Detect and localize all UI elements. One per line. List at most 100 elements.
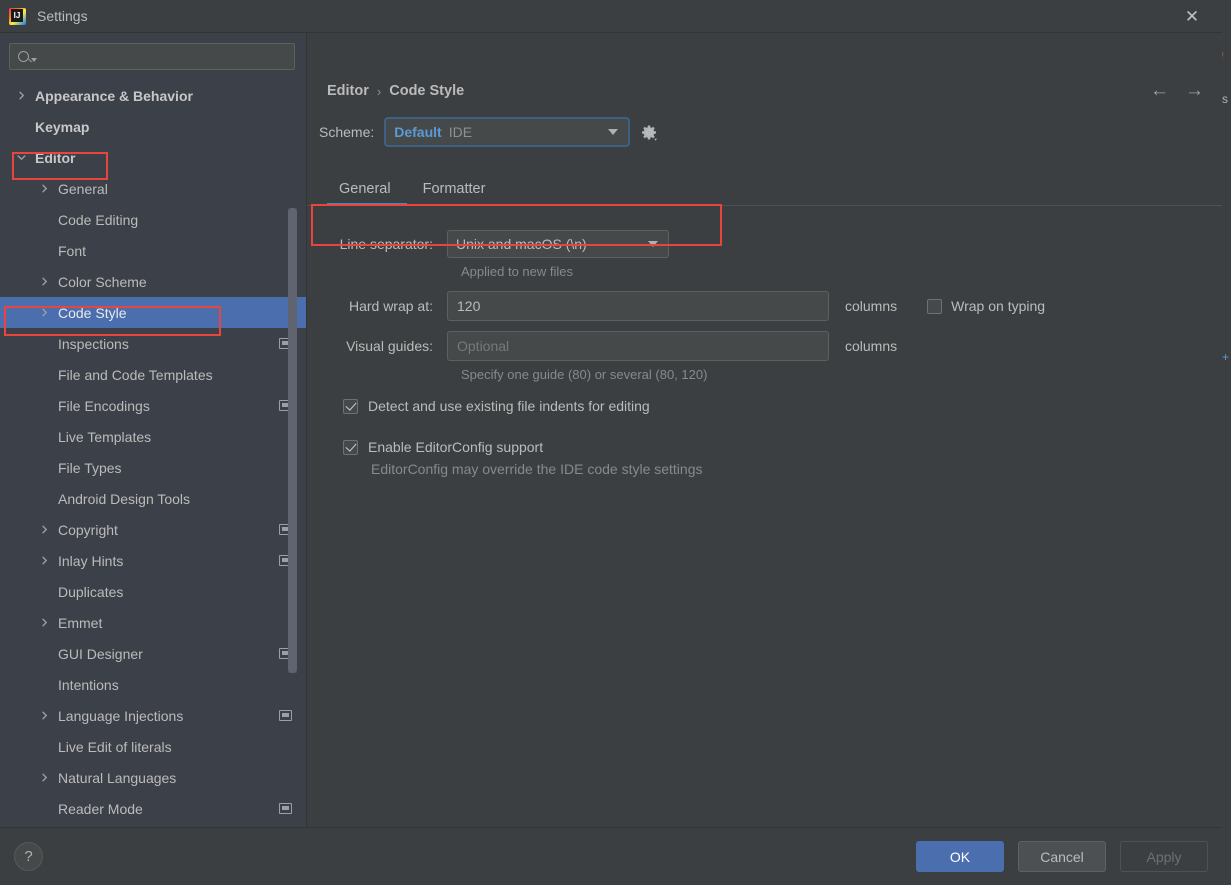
- sidebar-item-label: Appearance & Behavior: [35, 87, 193, 104]
- search-icon: [18, 51, 29, 62]
- search-box[interactable]: [9, 43, 295, 70]
- sidebar-item-file-encodings[interactable]: File Encodings: [0, 390, 306, 421]
- chevron-right-icon[interactable]: [37, 307, 51, 318]
- sidebar-item-reader-mode[interactable]: Reader Mode: [0, 793, 306, 824]
- visual-guides-label: Visual guides:: [346, 338, 433, 354]
- visual-guides-input[interactable]: [447, 331, 829, 361]
- visual-guides-hint: Specify one guide (80) or several (80, 1…: [461, 367, 708, 382]
- scheme-row: Scheme: Default IDE: [319, 117, 1222, 147]
- sidebar-item-file-types[interactable]: File Types: [0, 452, 306, 483]
- visual-guides-units: columns: [845, 338, 898, 354]
- sidebar-item-natural-languages[interactable]: Natural Languages: [0, 762, 306, 793]
- sidebar-item-label: Code Editing: [58, 211, 139, 228]
- sidebar-item-code-editing[interactable]: Code Editing: [0, 204, 306, 235]
- ok-button[interactable]: OK: [916, 841, 1004, 872]
- chevron-right-icon[interactable]: [37, 524, 51, 535]
- sidebar-item-intentions[interactable]: Intentions: [0, 669, 306, 700]
- line-separator-dropdown[interactable]: Unix and macOS (\n): [447, 230, 669, 258]
- hard-wrap-row: Hard wrap at: columns Wrap on typing: [325, 291, 1222, 321]
- chevron-right-icon[interactable]: [37, 183, 51, 194]
- sidebar-item-font[interactable]: Font: [0, 235, 306, 266]
- settings-main-panel: ← → Editor › Code Style Scheme: Default …: [307, 33, 1222, 827]
- sidebar-item-color-scheme[interactable]: Color Scheme: [0, 266, 306, 297]
- editorconfig-label: Enable EditorConfig support: [368, 439, 544, 455]
- hard-wrap-label: Hard wrap at:: [348, 298, 433, 314]
- editorconfig-checkbox[interactable]: [343, 439, 358, 455]
- sidebar-item-label: Code Style: [58, 304, 127, 321]
- action-buttons: OK Cancel Apply: [916, 841, 1208, 872]
- dialog-body: Appearance & Behavior Keymap Editor General…: [0, 33, 1222, 827]
- editorconfig-row[interactable]: Enable EditorConfig support: [343, 439, 1222, 455]
- dialog-button-bar: ? OK Cancel Apply: [0, 827, 1222, 885]
- tab-general[interactable]: General: [327, 173, 407, 206]
- sidebar-item-inlay-hints[interactable]: Inlay Hints: [0, 545, 306, 576]
- sidebar-item-label: Inspections: [58, 335, 129, 352]
- sidebar-item-android-design-tools[interactable]: Android Design Tools: [0, 483, 306, 514]
- project-scope-icon: [279, 710, 292, 721]
- sidebar-item-copyright[interactable]: Copyright: [0, 514, 306, 545]
- detect-indents-checkbox[interactable]: [343, 398, 358, 414]
- scheme-kind: IDE: [448, 124, 473, 140]
- line-separator-row: Line separator: Unix and macOS (\n): [325, 230, 1222, 258]
- settings-sidebar: Appearance & Behavior Keymap Editor General…: [0, 33, 307, 827]
- chevron-right-icon[interactable]: [37, 276, 51, 287]
- sidebar-item-label: Editor: [35, 149, 76, 166]
- gear-icon[interactable]: [640, 123, 659, 142]
- sidebar-item-gui-designer[interactable]: GUI Designer: [0, 638, 306, 669]
- close-icon[interactable]: ✕: [1174, 0, 1210, 33]
- window-title: Settings: [37, 8, 88, 24]
- wrap-on-typing-checkbox[interactable]: [927, 298, 943, 314]
- sidebar-item-general[interactable]: General: [0, 173, 306, 204]
- chevron-right-icon[interactable]: [37, 710, 51, 721]
- line-separator-hint: Applied to new files: [461, 264, 574, 279]
- visual-guides-row: Visual guides: columns: [325, 331, 1222, 361]
- line-separator-value: Unix and macOS (\n): [456, 236, 587, 252]
- detect-indents-row[interactable]: Detect and use existing file indents for…: [343, 398, 1222, 414]
- scheme-dropdown[interactable]: Default IDE: [384, 117, 631, 147]
- chevron-down-icon[interactable]: [14, 152, 28, 163]
- breadcrumb-parent[interactable]: Editor: [327, 83, 369, 99]
- wrap-on-typing-row[interactable]: Wrap on typing: [927, 298, 1045, 314]
- background-ide-sliver: f s +: [1222, 0, 1231, 885]
- cancel-button[interactable]: Cancel: [1018, 841, 1106, 872]
- project-scope-icon: [279, 803, 292, 814]
- sidebar-item-label: Color Scheme: [58, 273, 147, 290]
- sidebar-item-label: Keymap: [35, 118, 90, 135]
- search-input[interactable]: [37, 49, 294, 64]
- sidebar-item-editor[interactable]: Editor: [0, 142, 306, 173]
- sidebar-scrollbar-thumb[interactable]: [288, 208, 297, 673]
- sidebar-item-live-templates[interactable]: Live Templates: [0, 421, 306, 452]
- sidebar-item-label: Inlay Hints: [58, 552, 124, 569]
- arrow-left-icon[interactable]: ←: [1150, 81, 1169, 100]
- chevron-right-icon[interactable]: [14, 90, 28, 101]
- sidebar-item-language-injections[interactable]: Language Injections: [0, 700, 306, 731]
- sidebar-item-keymap[interactable]: Keymap: [0, 111, 306, 142]
- chevron-right-icon[interactable]: [37, 555, 51, 566]
- sidebar-item-live-edit-of-literals[interactable]: Live Edit of literals: [0, 731, 306, 762]
- sidebar-item-label: File and Code Templates: [58, 366, 213, 383]
- sidebar-item-appearance-behavior[interactable]: Appearance & Behavior: [0, 80, 306, 111]
- sidebar-item-label: Emmet: [58, 614, 103, 631]
- sidebar-item-emmet[interactable]: Emmet: [0, 607, 306, 638]
- settings-tabs: General Formatter: [307, 173, 1222, 206]
- chevron-right-icon[interactable]: [37, 617, 51, 628]
- settings-dialog: Settings ✕ Appearance & Behavior Keymap Ed…: [0, 0, 1222, 885]
- scheme-label: Scheme:: [319, 124, 375, 140]
- sidebar-item-label: Intentions: [58, 676, 119, 693]
- sidebar-item-inspections[interactable]: Inspections: [0, 328, 306, 359]
- code-style-general-form: Line separator: Unix and macOS (\n) Appl…: [307, 206, 1222, 477]
- hard-wrap-input[interactable]: [447, 291, 829, 321]
- sidebar-item-label: Live Edit of literals: [58, 738, 172, 755]
- wrap-on-typing-label: Wrap on typing: [951, 298, 1046, 314]
- sidebar-item-duplicates[interactable]: Duplicates: [0, 576, 306, 607]
- settings-dialog-screen: f s + Settings ✕ Appearance & Behavior Ke…: [0, 0, 1231, 885]
- navigation-arrows: ← →: [1150, 81, 1204, 100]
- sidebar-item-file-and-code-templates[interactable]: File and Code Templates: [0, 359, 306, 390]
- intellij-idea-logo-icon: [9, 7, 26, 25]
- chevron-right-icon[interactable]: [37, 772, 51, 783]
- sidebar-item-code-style[interactable]: Code Style: [0, 297, 306, 328]
- help-button[interactable]: ?: [14, 842, 43, 871]
- breadcrumb-current: Code Style: [389, 83, 465, 99]
- arrow-right-icon[interactable]: →: [1185, 81, 1204, 100]
- tab-formatter[interactable]: Formatter: [407, 173, 502, 205]
